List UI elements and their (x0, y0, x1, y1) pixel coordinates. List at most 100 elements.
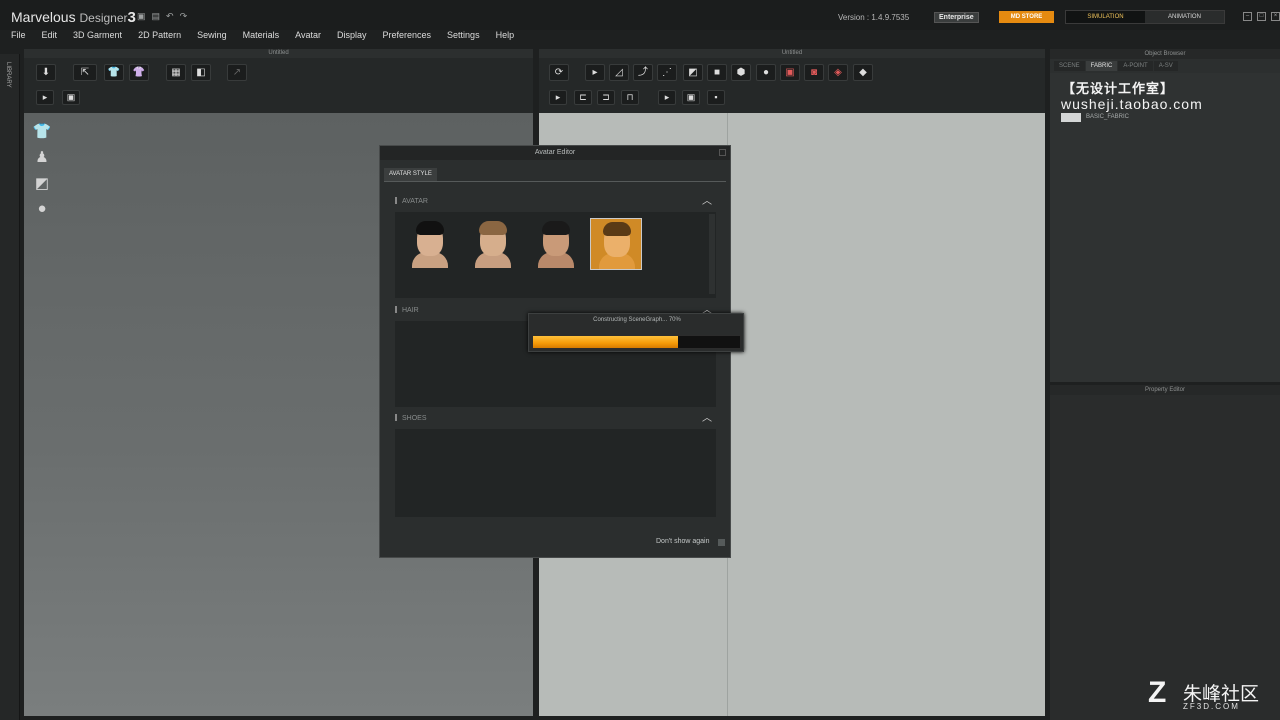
garment-green-icon[interactable]: 👕 (104, 64, 124, 81)
select-pin-icon[interactable]: ▸ (36, 90, 54, 105)
fabric-item[interactable]: BASIC_FABRIC (1061, 112, 1129, 122)
pin-fix-icon[interactable]: ▣ (682, 90, 700, 105)
view2d-toolbar: ⟳ ▸ ◿ ⤴ ⋰ ◩ ■ ⬢ ● ▣ ◙ ◈ ◆ (539, 58, 1045, 86)
menu-help[interactable]: Help (496, 29, 515, 44)
dialog-close-icon[interactable] (719, 149, 726, 156)
app-window: Marvelous Designer3 ▣ ▤ ↶ ↷ Version : 1.… (0, 0, 1280, 720)
avatar-list-scrollbar[interactable] (709, 214, 715, 294)
collapse-chevron-icon[interactable]: ︿ (702, 196, 712, 208)
window-controls: – □ × (1243, 12, 1280, 21)
object-browser-title: Object Browser (1050, 49, 1280, 59)
polygon-icon[interactable]: ◩ (683, 64, 703, 81)
menu-settings[interactable]: Settings (447, 29, 480, 44)
menu-3d-garment[interactable]: 3D Garment (73, 29, 122, 44)
corner-logo-en: ZF3D.COM (1183, 702, 1240, 711)
menu-edit[interactable]: Edit (42, 29, 58, 44)
refresh-icon[interactable]: ⟳ (549, 64, 569, 81)
transform-icon[interactable]: ↗ (227, 64, 247, 81)
pin-box-icon[interactable]: ▣ (62, 90, 80, 105)
dart-icon[interactable]: ◈ (828, 64, 848, 81)
tab-divider (384, 181, 726, 182)
avatar-section-header[interactable]: AVATAR ︿ (395, 196, 716, 208)
dont-show-again-label: Don't show again (656, 538, 710, 545)
dialog-title: Avatar Editor (380, 146, 730, 160)
edit-curve-icon[interactable]: ⤴ (633, 64, 653, 81)
tab-fabric[interactable]: FABRIC (1085, 61, 1118, 71)
mode-toggle: SIMULATION ANIMATION (1065, 10, 1225, 24)
tack-icon[interactable]: ⊓ (621, 90, 639, 105)
save-icon[interactable]: ▣ (137, 11, 146, 22)
close-icon[interactable]: × (1271, 12, 1280, 21)
segment-sewing-icon[interactable]: ⊏ (574, 90, 592, 105)
avatar-list (395, 212, 716, 298)
avatar-thumb-male-selected[interactable] (590, 218, 642, 270)
circle-icon[interactable]: ⬢ (731, 64, 751, 81)
avatar-thumb-female[interactable] (467, 218, 519, 270)
transform-pattern-icon[interactable]: ▸ (585, 64, 605, 81)
library-label: LIBRARY (5, 62, 11, 88)
progress-fill (533, 336, 678, 348)
open-folder-icon[interactable]: ▤ (152, 11, 161, 22)
progress-popup: Constructing SceneGraph... 70% (528, 313, 744, 352)
collapse-chevron-icon[interactable]: ︿ (702, 413, 712, 425)
menu-preferences[interactable]: Preferences (383, 29, 432, 44)
move-down-icon[interactable]: ⬇ (36, 64, 56, 81)
undo-icon[interactable]: ↶ (166, 11, 174, 22)
view3d-toolbar: ⬇ ⇱ 👕 👚 ▦ ◧ ↗ (24, 58, 533, 86)
tab-a-sv[interactable]: A-SV (1153, 61, 1178, 71)
avatar-body-icon[interactable]: ♟ (32, 148, 52, 168)
internal-polygon-icon[interactable]: ● (756, 64, 776, 81)
library-strip[interactable]: LIBRARY (0, 54, 20, 720)
menu-2d-pattern[interactable]: 2D Pattern (138, 29, 181, 44)
avatar-thumb-female-asian[interactable] (404, 218, 456, 270)
property-editor-title: Property Editor (1050, 385, 1280, 395)
edit-point-icon[interactable]: ◿ (609, 64, 629, 81)
watermark-url: wusheji.taobao.com (1061, 96, 1203, 112)
box-icon[interactable]: ▦ (166, 64, 186, 81)
texture-icon[interactable]: ▪ (707, 90, 725, 105)
property-editor-panel: Property Editor (1050, 385, 1280, 720)
menu-file[interactable]: File (11, 29, 26, 44)
pin-select-icon[interactable]: ▸ (658, 90, 676, 105)
head-icon[interactable]: ● (32, 200, 52, 220)
tab-a-point[interactable]: A-POINT (1118, 61, 1153, 71)
zf-logo-icon: Z (1148, 676, 1167, 709)
rectangle-icon[interactable]: ■ (707, 64, 727, 81)
shoes-section-label: SHOES (402, 415, 427, 422)
bag-icon[interactable]: ◩ (32, 174, 52, 194)
avatar-thumb-male-asian[interactable] (530, 218, 582, 270)
menu-materials[interactable]: Materials (243, 29, 280, 44)
logo-main: Marvelous (11, 9, 76, 25)
free-sewing-icon[interactable]: ⊐ (597, 90, 615, 105)
add-point-icon[interactable]: ⋰ (657, 64, 677, 81)
dont-show-again-checkbox[interactable] (718, 539, 725, 546)
shirt-icon[interactable]: 👕 (32, 122, 52, 142)
redo-icon[interactable]: ↷ (180, 11, 188, 22)
md-store-button[interactable]: MD STORE (999, 11, 1054, 23)
trace-icon[interactable]: ◆ (853, 64, 873, 81)
sewing-edit-icon[interactable]: ▸ (549, 90, 567, 105)
logo-sub: Designer (79, 11, 128, 25)
view3d-title: Untitled (268, 50, 289, 56)
quick-access-toolbar: ▣ ▤ ↶ ↷ (137, 11, 187, 22)
maximize-icon[interactable]: □ (1257, 12, 1266, 21)
fold-icon[interactable]: ◧ (191, 64, 211, 81)
internal-circle-icon[interactable]: ◙ (804, 64, 824, 81)
view2d-toolbar-2: ▸ ⊏ ⊐ ⊓ ▸ ▣ ▪ (539, 86, 1045, 113)
select-move-icon[interactable]: ⇱ (73, 64, 97, 81)
animation-mode-button[interactable]: ANIMATION (1145, 11, 1224, 23)
simulation-mode-button[interactable]: SIMULATION (1066, 11, 1145, 23)
menu-sewing[interactable]: Sewing (197, 29, 227, 44)
tab-avatar-style[interactable]: AVATAR STYLE (384, 168, 437, 181)
internal-rect-icon[interactable]: ▣ (780, 64, 800, 81)
menu-avatar[interactable]: Avatar (295, 29, 321, 44)
minimize-icon[interactable]: – (1243, 12, 1252, 21)
garment-pink-icon[interactable]: 👚 (129, 64, 149, 81)
hair-section-label: HAIR (402, 307, 419, 314)
tab-scene[interactable]: SCENE (1054, 61, 1085, 71)
shoes-section-header[interactable]: SHOES ︿ (395, 413, 716, 425)
progress-text: Constructing SceneGraph... 70% (593, 317, 681, 323)
app-logo: Marvelous Designer3 (11, 9, 136, 26)
fabric-swatch (1061, 112, 1081, 122)
menu-display[interactable]: Display (337, 29, 367, 44)
